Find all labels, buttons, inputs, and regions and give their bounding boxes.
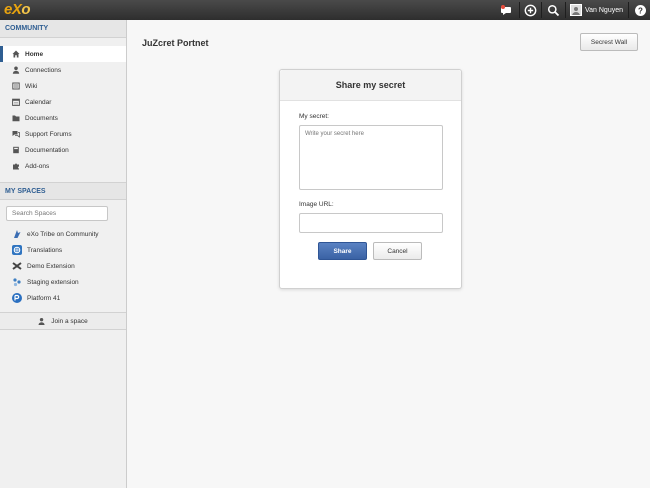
toolbar-separator (565, 2, 566, 18)
sidebar-item-label: Documents (25, 114, 58, 122)
space-item-label: Demo Extension (27, 262, 75, 270)
main-content: JuZcret Portnet Secrest Wall Share my se… (127, 20, 650, 488)
sidebar-item-documents[interactable]: Documents (0, 110, 126, 126)
sidebar-item-label: Add-ons (25, 162, 50, 170)
demo-space-icon (12, 261, 22, 271)
sidebar-item-support-forums[interactable]: Support Forums (0, 126, 126, 142)
sidebar-item-label: Calendar (25, 98, 52, 106)
sidebar-item-home[interactable]: Home (0, 46, 126, 62)
sidebar-item-add-ons[interactable]: Add-ons (0, 158, 126, 174)
book-icon (12, 146, 20, 154)
space-item-exo-tribe[interactable]: eXo Tribe on Community (0, 226, 126, 242)
forum-icon (12, 130, 20, 138)
cancel-button[interactable]: Cancel (373, 242, 422, 260)
puzzle-icon (12, 162, 20, 170)
space-item-label: Platform 41 (27, 294, 61, 302)
secret-label: My secret: (299, 113, 329, 120)
toolbar-separator (519, 2, 520, 18)
sidebar-item-label: Support Forums (25, 130, 72, 138)
help-icon[interactable]: ? (633, 3, 647, 17)
sidebar-item-label: Documentation (25, 146, 69, 154)
secret-wall-button[interactable]: Secrest Wall (580, 33, 638, 51)
sidebar-item-label: Home (25, 50, 44, 58)
home-icon (12, 50, 20, 58)
image-url-label: Image URL: (299, 201, 334, 208)
platform-space-icon (12, 293, 22, 303)
share-button[interactable]: Share (318, 242, 367, 260)
toolbar-separator (541, 2, 542, 18)
staging-space-icon (12, 277, 22, 287)
space-item-label: Translations (27, 246, 63, 254)
space-item-label: Staging extension (27, 278, 79, 286)
form-heading: Share my secret (280, 70, 461, 101)
search-spaces-input[interactable] (6, 206, 108, 221)
sidebar-item-label: Wiki (25, 82, 38, 90)
page-title: JuZcret Portnet (142, 38, 209, 48)
image-url-input[interactable] (299, 213, 443, 233)
person-icon (12, 66, 20, 74)
secret-textarea[interactable] (299, 125, 443, 190)
share-secret-form: Share my secret My secret: Image URL: Sh… (279, 69, 462, 289)
translations-space-icon (12, 245, 22, 255)
toolbar-separator (628, 2, 629, 18)
space-item-translations[interactable]: Translations (0, 242, 126, 258)
search-icon[interactable] (546, 3, 560, 17)
sidebar-item-label: Connections (25, 66, 62, 74)
community-heading: COMMUNITY (0, 20, 126, 38)
space-item-label: eXo Tribe on Community (27, 230, 99, 238)
calendar-icon (12, 98, 20, 106)
sidebar-item-connections[interactable]: Connections (0, 62, 126, 78)
join-space-label: Join a space (51, 317, 88, 325)
sidebar-item-wiki[interactable]: Wiki (0, 78, 126, 94)
space-item-staging-extension[interactable]: Staging extension (0, 274, 126, 290)
join-space-button[interactable]: Join a space (0, 312, 126, 330)
svg-text:?: ? (638, 6, 643, 15)
avatar (570, 4, 582, 16)
sidebar-item-calendar[interactable]: Calendar (0, 94, 126, 110)
username: Van Nguyen (585, 6, 624, 14)
left-sidebar: COMMUNITY Home Connections Wiki Calendar… (0, 20, 127, 488)
space-item-platform-41[interactable]: Platform 41 (0, 290, 126, 306)
wiki-icon (12, 82, 20, 90)
sidebar-item-documentation[interactable]: Documentation (0, 142, 126, 158)
exo-logo[interactable]: eXo (4, 1, 31, 18)
user-menu[interactable]: Van Nguyen (570, 2, 623, 18)
top-navigation-bar: eXo Van Nguyen ? (0, 0, 650, 20)
space-item-demo-extension[interactable]: Demo Extension (0, 258, 126, 274)
tribe-space-icon (12, 229, 22, 239)
my-spaces-heading: MY SPACES (0, 182, 126, 200)
folder-icon (12, 114, 20, 122)
chat-status-icon[interactable] (499, 3, 513, 17)
person-add-icon (38, 317, 46, 325)
add-icon[interactable] (523, 3, 537, 17)
